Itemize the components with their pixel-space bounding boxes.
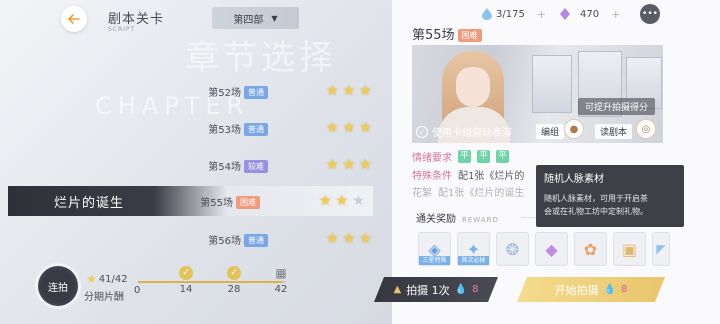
stage-stars-52: ★ ★ ★ (326, 84, 372, 98)
tooltip-body: 随机人脉素材，可用于开启茶 会或在礼物工坊中定制礼物。 (544, 194, 648, 216)
start-shoot-button[interactable]: 开始拍摄 💧 8 (517, 277, 665, 302)
star-icon: ★ (326, 83, 339, 99)
check-icon: ✓ (227, 266, 241, 280)
check-icon: ✓ (416, 125, 428, 138)
progress-fill (138, 281, 284, 283)
mood-tag: 平 (477, 150, 490, 163)
milestone-14[interactable]: ✓ 14 (174, 266, 198, 295)
reward-item[interactable]: ✦ 首次必掉 (457, 232, 490, 266)
deck-button[interactable]: 编组 (536, 124, 565, 139)
star-progress-count: ★ 41/42 (86, 272, 128, 286)
star-icon: ★ (335, 193, 349, 209)
add-crystal-button[interactable]: + (611, 8, 620, 21)
difficulty-tag: 普通 (244, 233, 268, 247)
milestone-42[interactable]: ▦ 42 (269, 266, 293, 295)
part-dropdown[interactable]: 第四部 ▼ (212, 7, 299, 29)
difficulty-tag: 困难 (457, 29, 482, 42)
page-title: 剧本关卡 (108, 12, 165, 27)
stage-row-54[interactable]: 第54场 较难 (0, 153, 268, 177)
item-tooltip: 随机人脉素材 随机人脉素材，可用于开启茶 会或在礼物工坊中定制礼物。 (536, 165, 684, 227)
star-icon: ★ (342, 231, 356, 247)
progress-track (138, 281, 286, 283)
script-icon[interactable]: ◎ (636, 119, 656, 139)
mood-requirement: 情绪要求 平 平 平 (412, 150, 509, 164)
arrow-left-icon (68, 14, 80, 24)
star-icon: ★ (359, 157, 372, 173)
stage-label: 第52场 普通 (208, 84, 268, 99)
stage-stars-53: ★ ★ ★ (326, 121, 372, 135)
scene-title: 第55场 困难 (412, 24, 482, 43)
stage-label: 第55场 困难 (200, 194, 260, 209)
stage-stars-56: ★ ★ ★ (326, 232, 372, 246)
check-icon: ✓ (179, 266, 193, 280)
reward-item[interactable]: ◤ (652, 232, 670, 266)
burst-shoot-button[interactable]: 连拍 (38, 266, 78, 306)
stage-row-52[interactable]: 第52场 普通 (0, 79, 268, 103)
caret-down-icon: ▼ (271, 13, 278, 23)
reward-item[interactable]: ◆ (535, 232, 568, 266)
water-drop-icon: 💧 (454, 284, 468, 295)
stage-detail-panel: 3/175 + 470 + ••• 第55场 困难 可提升拍摄得分 ✓ 使用卡组自动… (392, 0, 720, 324)
star-icon: ★ (359, 231, 372, 247)
tooltip-title: 随机人脉素材 (544, 174, 604, 185)
special-condition: 特殊条件 配1张《烂片的 (412, 171, 525, 182)
stage-label: 第56场 普通 (208, 232, 268, 247)
shoot-once-button[interactable]: ▲ 拍摄 1次 💧 8 (374, 277, 498, 302)
star-icon: ★ (359, 83, 372, 99)
reward-item[interactable]: ✿ (574, 232, 607, 266)
reward-box-icon: ▦ (275, 266, 287, 280)
star-icon: ★ (326, 157, 339, 173)
reward-header: 通关奖励 REWARD (416, 214, 499, 225)
water-resource: 3/175 + (482, 5, 546, 23)
bonus-condition: 花絮 配1张《烂片的诞生 (412, 188, 525, 199)
crystal-icon (560, 8, 570, 20)
star-icon: ★ (342, 120, 356, 136)
score-hint: 可提升拍摄得分 (577, 98, 655, 115)
star-icon: ★ (326, 120, 339, 136)
triangle-icon: ▲ (393, 284, 402, 295)
page-title-block: 剧本关卡 SCRIPT (108, 8, 164, 33)
star-empty-icon: ★ (352, 193, 365, 209)
star-icon: ★ (326, 231, 339, 247)
stage-stars-55: ★ ★ ★ (319, 194, 365, 208)
stage-label: 第54场 较难 (208, 158, 268, 173)
chat-icon[interactable]: ••• (640, 4, 660, 24)
milestone-28[interactable]: ✓ 28 (222, 266, 246, 295)
deck-icon[interactable]: ● (564, 119, 584, 139)
star-icon: ★ (319, 193, 332, 209)
reward-list: ◈ 三星特殊 ✦ 首次必掉 ❂ ◆ ✿ ▣ ◤ (418, 232, 670, 266)
star-icon: ★ (342, 157, 356, 173)
reward-item[interactable]: ▣ (613, 232, 646, 266)
stage-row-55[interactable]: 第55场 困难 (0, 189, 260, 213)
part-dropdown-value: 第四部 (233, 14, 264, 26)
star-icon: ★ (86, 272, 97, 286)
star-icon: ★ (359, 120, 372, 136)
back-button[interactable] (61, 6, 87, 32)
progress-start: 0 (134, 285, 141, 296)
mood-tag: 平 (458, 150, 471, 163)
star-icon: ★ (342, 83, 356, 99)
water-drop-icon: 💧 (603, 284, 617, 295)
page-title-sub: SCRIPT (108, 26, 136, 33)
installment-pay-label: 分期片酬 (84, 292, 124, 303)
crystal-resource: 470 + (560, 5, 620, 23)
stage-row-53[interactable]: 第53场 普通 (0, 116, 268, 140)
scene-banner: 可提升拍摄得分 ✓ 使用卡组自动表演 ● 编组 读剧本 ◎ (412, 45, 663, 143)
difficulty-tag: 困难 (236, 195, 260, 209)
stage-stars-54: ★ ★ ★ (326, 158, 372, 172)
mood-tag: 平 (496, 150, 509, 163)
difficulty-tag: 普通 (244, 122, 268, 136)
reward-item[interactable]: ◈ 三星特殊 (418, 232, 451, 266)
stage-row-56[interactable]: 第56场 普通 (0, 227, 268, 251)
add-water-button[interactable]: + (537, 8, 546, 21)
difficulty-tag: 普通 (244, 85, 268, 99)
stage-label: 第53场 普通 (208, 121, 268, 136)
water-drop-icon (482, 8, 492, 20)
difficulty-tag: 较难 (244, 159, 268, 173)
chapter-select-watermark: 章节选择 (185, 38, 337, 78)
read-script-button[interactable]: 读剧本 (595, 124, 633, 139)
reward-item[interactable]: ❂ (496, 232, 529, 266)
auto-perform-toggle[interactable]: ✓ 使用卡组自动表演 (416, 124, 512, 139)
stage-list-panel: 章节选择 CHAPTER 剧本关卡 SCRIPT 第四部 ▼ 烂片的诞生 第52… (0, 0, 392, 324)
